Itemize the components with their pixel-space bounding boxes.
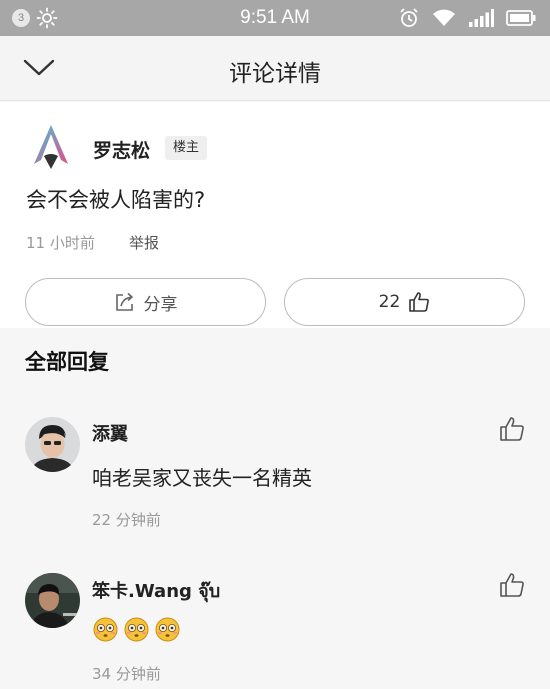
reply-time: 22 分钟前 — [92, 511, 161, 529]
like-button[interactable]: 22 — [284, 278, 525, 326]
owner-badge: 楼主 — [165, 136, 208, 160]
like-count: 22 — [378, 292, 401, 312]
thumbs-up-icon[interactable] — [499, 416, 525, 442]
battery-icon — [506, 10, 536, 26]
alarm-icon — [400, 8, 418, 27]
replies-heading: 全部回复 — [25, 350, 109, 374]
avatar[interactable] — [25, 417, 80, 472]
report-link[interactable]: 举报 — [129, 232, 159, 253]
status-bar: 3 9:51 AM — [0, 0, 550, 36]
reply-author[interactable]: 笨卡.Wang จุ๊บ — [92, 576, 220, 605]
avatar[interactable] — [25, 573, 80, 628]
reply-text: 咱老吴家又丧失一名精英 — [92, 466, 312, 490]
nav-bar: 评论详情 — [0, 36, 550, 101]
flushed-face-icon — [124, 617, 149, 642]
thumbs-up-icon[interactable] — [499, 572, 525, 598]
share-icon — [115, 292, 133, 311]
wifi-icon — [433, 9, 455, 26]
flushed-face-icon — [93, 617, 118, 642]
assassin-logo-avatar[interactable] — [26, 122, 76, 172]
main-comment: 罗志松 楼主 会不会被人陷害的? 11 小时前 举报 分享 22 — [0, 102, 550, 328]
comment-time: 11 小时前 — [26, 234, 95, 252]
comment-author[interactable]: 罗志松 — [93, 136, 150, 163]
share-label: 分享 — [143, 294, 178, 315]
signal-icon — [469, 9, 494, 27]
reply-author[interactable]: 添翼 — [92, 420, 128, 446]
comment-text: 会不会被人陷害的? — [26, 188, 206, 212]
page-title: 评论详情 — [229, 61, 321, 87]
thumbs-up-icon — [409, 292, 430, 312]
flushed-face-icon — [155, 617, 180, 642]
share-button[interactable]: 分享 — [25, 278, 266, 326]
reply-time: 34 分钟前 — [92, 665, 161, 683]
reply-emojis — [93, 617, 186, 646]
